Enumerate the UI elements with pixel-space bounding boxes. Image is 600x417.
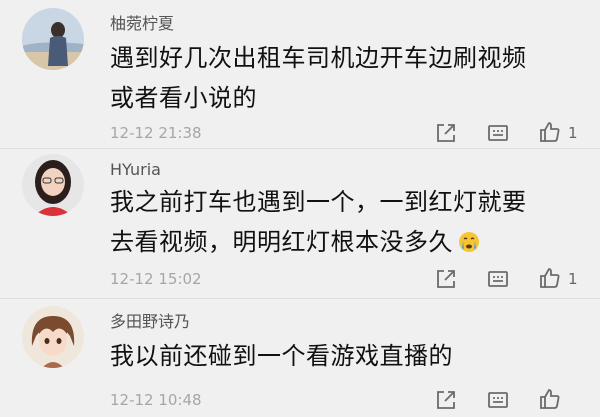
comment-timestamp: 12-12 21:38 xyxy=(110,124,202,142)
comment-timestamp: 12-12 15:02 xyxy=(110,270,202,288)
share-icon[interactable] xyxy=(434,388,458,412)
comment-author[interactable]: HYuria xyxy=(110,160,161,180)
thumb-up-icon[interactable] xyxy=(538,266,562,290)
reply-icon[interactable] xyxy=(486,388,510,412)
comment-timestamp: 12-12 10:48 xyxy=(110,391,202,409)
comment-text: 我以前还碰到一个看游戏直播的 xyxy=(110,336,590,376)
crying-face-emoji xyxy=(457,226,481,252)
comment-item: 多田野诗乃 我以前还碰到一个看游戏直播的 12-12 10:48 xyxy=(0,298,600,417)
comment-text-line: 遇到好几次出租车司机边开车边刷视频 xyxy=(110,44,527,72)
comment-item: 柚菀柠夏 遇到好几次出租车司机边开车边刷视频 或者看小说的 12-12 21:3… xyxy=(0,0,600,149)
comment-item: HYuria 我之前打车也遇到一个，一到红灯就要 去看视频，明明红灯根本没多久 … xyxy=(0,148,600,299)
comment-text-line: 去看视频，明明红灯根本没多久 xyxy=(110,222,590,262)
comment-text-line: 我之前打车也遇到一个，一到红灯就要 xyxy=(110,188,527,216)
avatar[interactable] xyxy=(22,306,84,368)
comment-text-segment: 去看视频，明明红灯根本没多久 xyxy=(110,228,453,256)
avatar[interactable] xyxy=(22,154,84,216)
reply-icon[interactable] xyxy=(486,121,510,145)
like-count: 1 xyxy=(568,270,578,288)
comment-text: 遇到好几次出租车司机边开车边刷视频 或者看小说的 xyxy=(110,38,590,118)
avatar[interactable] xyxy=(22,8,84,70)
thumb-up-icon[interactable] xyxy=(538,387,562,411)
comment-author[interactable]: 柚菀柠夏 xyxy=(110,14,174,34)
comment-author[interactable]: 多田野诗乃 xyxy=(110,312,190,332)
reply-icon[interactable] xyxy=(486,267,510,291)
share-icon[interactable] xyxy=(434,121,458,145)
like-count: 1 xyxy=(568,124,578,142)
comment-text-line: 我以前还碰到一个看游戏直播的 xyxy=(110,342,453,370)
share-icon[interactable] xyxy=(434,267,458,291)
comment-text-line: 或者看小说的 xyxy=(110,84,257,112)
thumb-up-icon[interactable] xyxy=(538,120,562,144)
comment-text: 我之前打车也遇到一个，一到红灯就要 去看视频，明明红灯根本没多久 xyxy=(110,182,590,262)
